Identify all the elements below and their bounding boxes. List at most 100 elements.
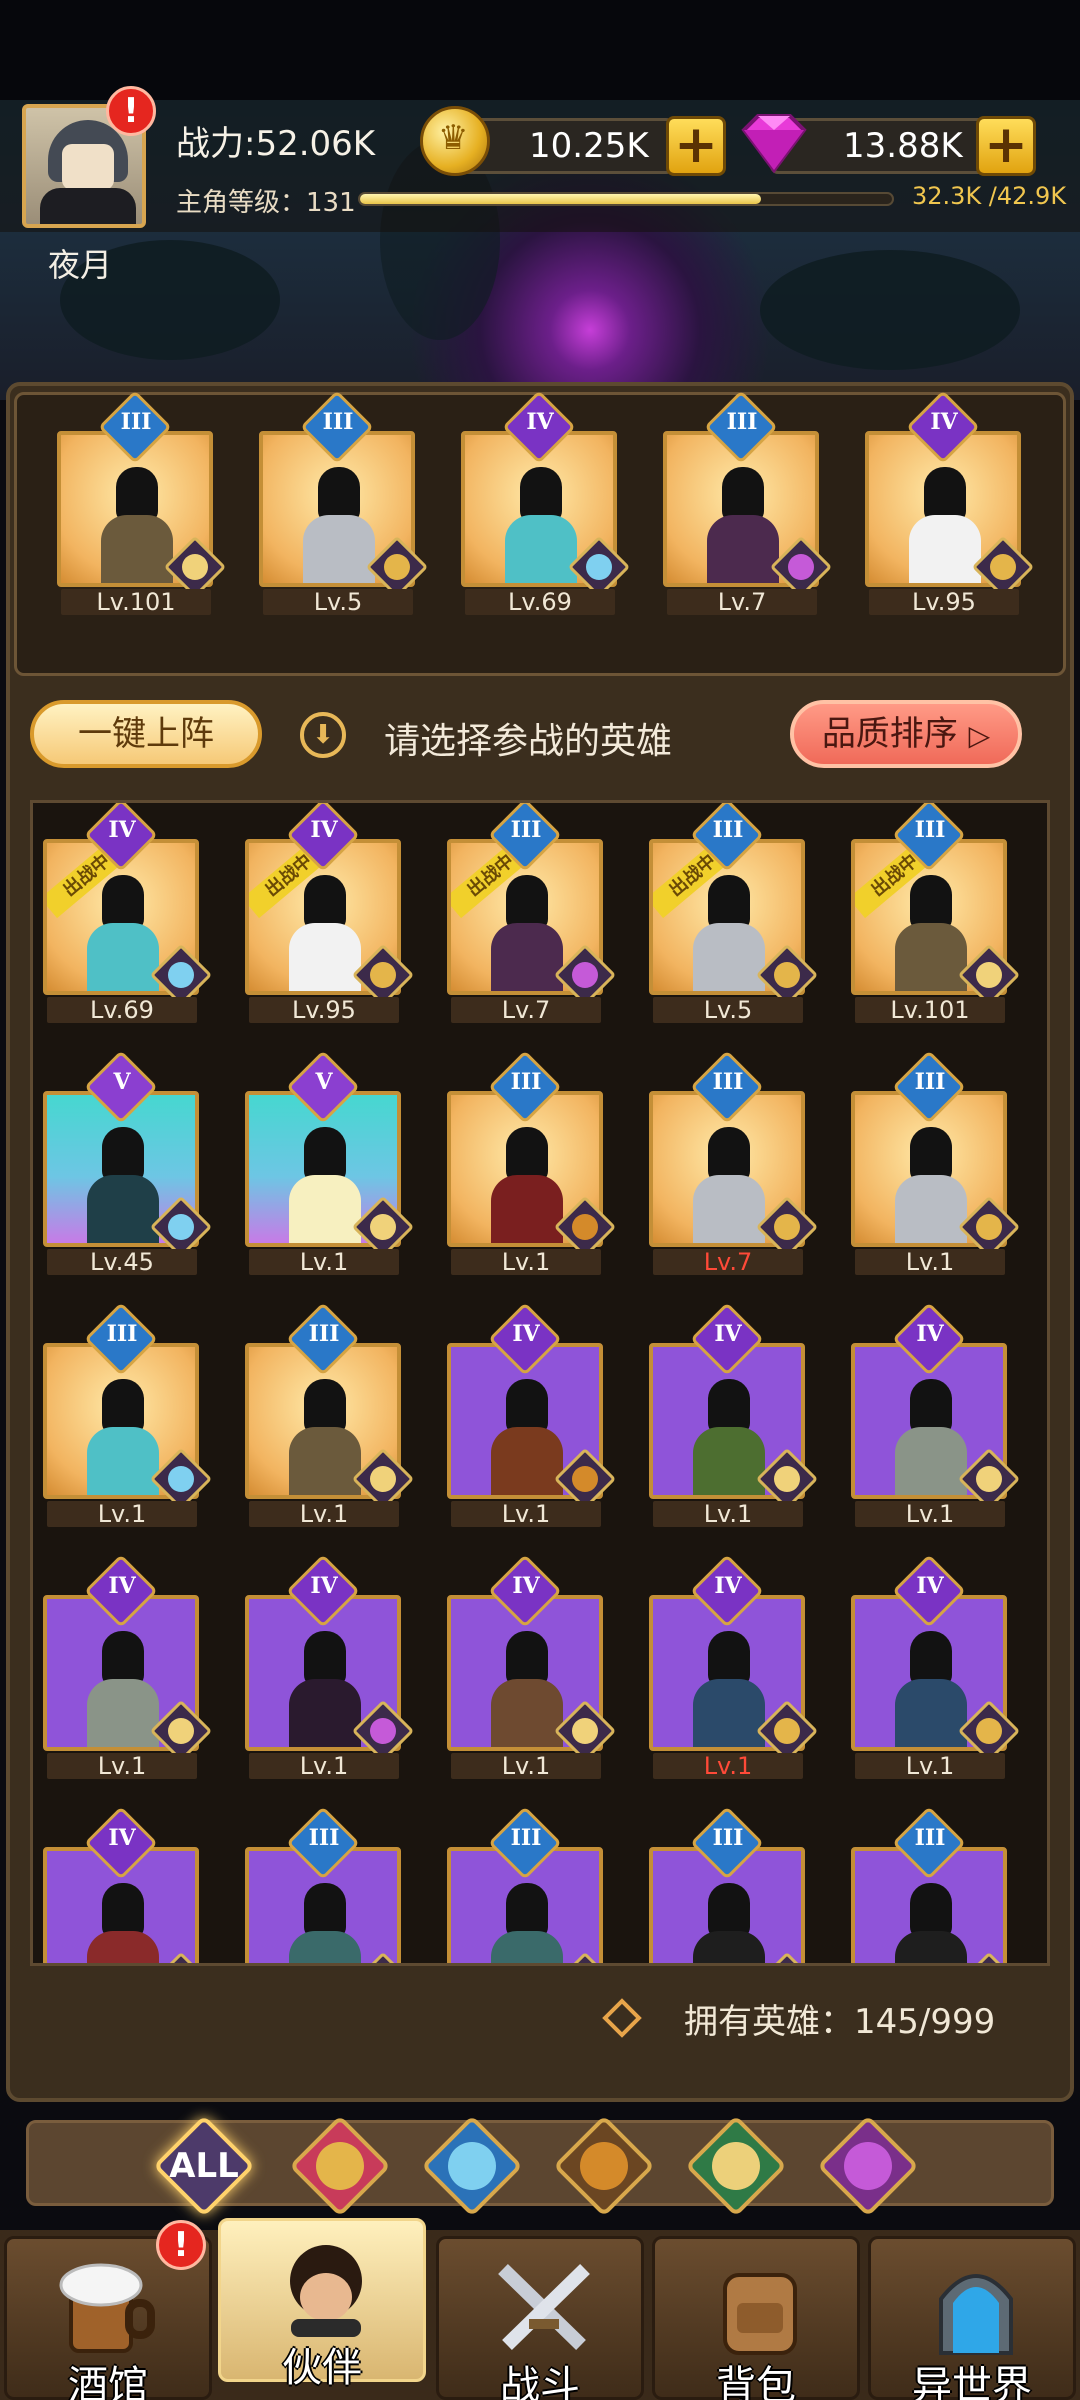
- hero-card[interactable]: V Lv.1: [245, 1050, 415, 1275]
- rank-badge-icon: III: [488, 1050, 562, 1124]
- rank-badge-icon: IV: [488, 1554, 562, 1628]
- hero-level: Lv.7: [667, 589, 817, 615]
- hero-level: Lv.5: [653, 997, 803, 1023]
- nav-partner-label: 伙伴: [282, 2345, 362, 2391]
- hero-card[interactable]: IV Lv.1: [851, 1302, 1021, 1527]
- play-arrow-icon: ▷: [968, 719, 991, 752]
- hero-card[interactable]: IV Lv.1: [447, 1302, 617, 1527]
- hero-card[interactable]: III: [851, 1806, 1021, 1963]
- hero-level: Lv.1: [855, 1249, 1005, 1275]
- hero-card[interactable]: V Lv.45: [43, 1050, 213, 1275]
- player-name: 夜月: [48, 246, 113, 284]
- add-gem-button[interactable]: +: [976, 116, 1036, 176]
- hero-card[interactable]: IV Lv.95: [865, 390, 1035, 615]
- filter-crown-faction-tab[interactable]: [286, 2112, 394, 2220]
- rank-badge-icon: III: [488, 1806, 562, 1880]
- hero-card[interactable]: III Lv.7: [649, 1050, 819, 1275]
- filter-demon-faction-tab[interactable]: [814, 2112, 922, 2220]
- hero-card[interactable]: 出战中 IV Lv.95: [245, 803, 415, 1023]
- beer-mug-icon: [59, 2263, 155, 2353]
- nav-battle-label: 战斗: [500, 2363, 580, 2400]
- rank-badge-icon: III: [690, 803, 764, 872]
- rank-badge-icon: V: [286, 1050, 360, 1124]
- filter-elf-faction-tab[interactable]: [682, 2112, 790, 2220]
- filter-all-tab[interactable]: ALL: [150, 2112, 258, 2220]
- rank-numeral: III: [322, 409, 354, 435]
- rank-badge-icon: III: [84, 1302, 158, 1376]
- hero-card[interactable]: IV Lv.1: [851, 1554, 1021, 1779]
- gold-coin-icon: [420, 106, 490, 176]
- hero-card[interactable]: III: [649, 1806, 819, 1963]
- hero-card[interactable]: IV Lv.1: [245, 1554, 415, 1779]
- nav-battle[interactable]: 战斗: [436, 2236, 644, 2400]
- hero-card[interactable]: III Lv.1: [43, 1302, 213, 1527]
- rank-numeral: III: [120, 409, 152, 435]
- hero-card[interactable]: 出战中 IV Lv.69: [43, 803, 213, 1023]
- hero-level: Lv.7: [451, 997, 601, 1023]
- combat-power: 战力:52.06K: [176, 124, 376, 164]
- hero-level: Lv.1: [653, 1501, 803, 1527]
- portal-icon: [939, 2274, 1013, 2355]
- hero-level: Lv.1: [855, 1753, 1005, 1779]
- hero-card[interactable]: IV Lv.1: [649, 1302, 819, 1527]
- rank-badge-icon: IV: [690, 1302, 764, 1376]
- rank-numeral: III: [510, 1825, 542, 1851]
- rank-numeral: IV: [310, 1573, 338, 1599]
- rank-badge-icon: IV: [286, 1554, 360, 1628]
- hero-card[interactable]: 出战中 III Lv.5: [649, 803, 819, 1023]
- rank-numeral: III: [914, 1069, 946, 1095]
- hero-level: Lv.7: [653, 1249, 803, 1275]
- hero-level: Lv.1: [249, 1753, 399, 1779]
- hero-card[interactable]: III Lv.101: [57, 390, 227, 615]
- hero-level: Lv.69: [465, 589, 615, 615]
- hero-card[interactable]: 出战中 III Lv.101: [851, 803, 1021, 1023]
- nav-otherworld-label: 异世界: [912, 2363, 1032, 2400]
- team-lineup: III Lv.101 III Lv.5 IV Lv.69 III Lv.7 IV Lv.95: [14, 390, 1066, 676]
- nav-otherworld[interactable]: 异世界: [868, 2236, 1076, 2400]
- hero-level: Lv.45: [47, 1249, 197, 1275]
- hero-level: Lv.1: [249, 1501, 399, 1527]
- quality-sort-button[interactable]: 品质排序 ▷: [790, 700, 1022, 768]
- nav-bag[interactable]: 背包: [652, 2236, 860, 2400]
- owned-heroes-count: 拥有英雄：145/999: [684, 2002, 996, 2042]
- crossed-swords-icon: [498, 2263, 590, 2351]
- nav-bag-label: 背包: [716, 2363, 796, 2400]
- add-gold-button[interactable]: +: [666, 116, 726, 176]
- lion-faction-icon: [580, 2142, 628, 2190]
- nav-partner[interactable]: 伙伴: [218, 2218, 426, 2391]
- hero-card[interactable]: III Lv.1: [447, 1050, 617, 1275]
- hero-card[interactable]: III Lv.1: [851, 1050, 1021, 1275]
- xp-progress-bar: [358, 192, 894, 206]
- status-bar: [0, 0, 1080, 100]
- hero-card[interactable]: IV Lv.1: [649, 1554, 819, 1779]
- filter-fish-faction-tab[interactable]: [418, 2112, 526, 2220]
- hero-card[interactable]: III: [245, 1806, 415, 1963]
- xp-text: 32.3K /42.9K: [912, 182, 1067, 210]
- hero-level: Lv.1: [47, 1501, 197, 1527]
- hero-card[interactable]: III: [447, 1806, 617, 1963]
- rank-numeral: III: [308, 1321, 340, 1347]
- rank-numeral: III: [510, 817, 542, 843]
- hero-card[interactable]: III Lv.7: [663, 390, 833, 615]
- app-root: { "player": { "name": "夜月", "power": "战力…: [0, 0, 1080, 2400]
- hero-grid: 出战中 IV Lv.69 出战中 IV Lv.95 出战中 III Lv.7 出战中 III Lv.5…: [30, 800, 1050, 1966]
- rank-numeral: III: [712, 1069, 744, 1095]
- rank-numeral: IV: [512, 1321, 540, 1347]
- hero-level: Lv.1: [451, 1249, 601, 1275]
- hero-card[interactable]: IV Lv.69: [461, 390, 631, 615]
- auto-deploy-button[interactable]: 一键上阵: [30, 700, 262, 768]
- hero-card[interactable]: IV: [43, 1806, 213, 1963]
- rank-numeral: IV: [310, 817, 338, 843]
- hero-card[interactable]: III Lv.5: [259, 390, 429, 615]
- hero-card[interactable]: III Lv.1: [245, 1302, 415, 1527]
- rank-numeral: IV: [512, 1573, 540, 1599]
- filter-lion-faction-tab[interactable]: [550, 2112, 658, 2220]
- hero-level: Lv.95: [869, 589, 1019, 615]
- hero-level: Lv.1: [249, 1249, 399, 1275]
- hero-card[interactable]: IV Lv.1: [43, 1554, 213, 1779]
- rank-badge-icon: III: [286, 1302, 360, 1376]
- hero-level: Lv.1: [451, 1501, 601, 1527]
- hero-card[interactable]: 出战中 III Lv.7: [447, 803, 617, 1023]
- hero-card[interactable]: IV Lv.1: [447, 1554, 617, 1779]
- quality-sort-label: 品质排序: [821, 714, 958, 754]
